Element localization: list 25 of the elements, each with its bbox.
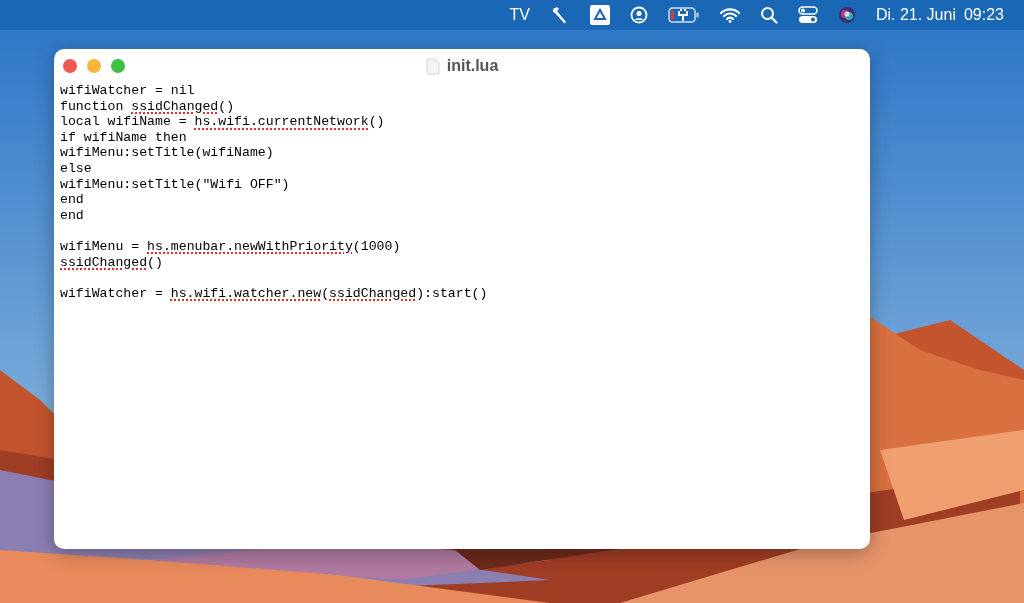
document-icon xyxy=(425,57,440,75)
close-button[interactable] xyxy=(63,59,77,73)
menu-date[interactable]: Di. 21. Juni xyxy=(875,6,956,24)
triangle-app-icon[interactable] xyxy=(589,5,610,25)
code-line: function ssidChanged() xyxy=(60,98,235,115)
siri-icon[interactable] xyxy=(837,6,856,24)
code-line: ssidChanged() xyxy=(60,254,163,271)
code-line: wifiMenu:setTitle(wifiName) xyxy=(60,145,274,161)
code-line: end xyxy=(60,207,84,224)
code-line: if wifiName then xyxy=(60,129,187,146)
code-line: else xyxy=(60,160,92,177)
search-icon[interactable] xyxy=(759,6,778,24)
code-line: wifiWatcher = nil xyxy=(60,83,195,99)
tv-menu[interactable]: TV xyxy=(509,6,530,24)
code-line: wifiMenu:setTitle("Wifi OFF") xyxy=(60,176,290,193)
window-title: init.lua xyxy=(446,57,499,75)
code-line: local wifiName = hs.wifi.currentNetwork() xyxy=(60,114,385,130)
code-line: wifiMenu = hs.menubar.newWithPriority(1000) xyxy=(60,238,401,255)
control-center-icon[interactable] xyxy=(797,6,818,24)
code-line: end xyxy=(60,192,84,208)
wifi-icon[interactable] xyxy=(719,7,740,23)
code-line: wifiWatcher = hs.wifi.watcher.new(ssidChanged):start() xyxy=(60,285,488,302)
user-icon[interactable] xyxy=(629,6,648,24)
battery-icon[interactable] xyxy=(667,7,700,23)
menu-clock[interactable]: 09:23 xyxy=(963,6,1004,24)
